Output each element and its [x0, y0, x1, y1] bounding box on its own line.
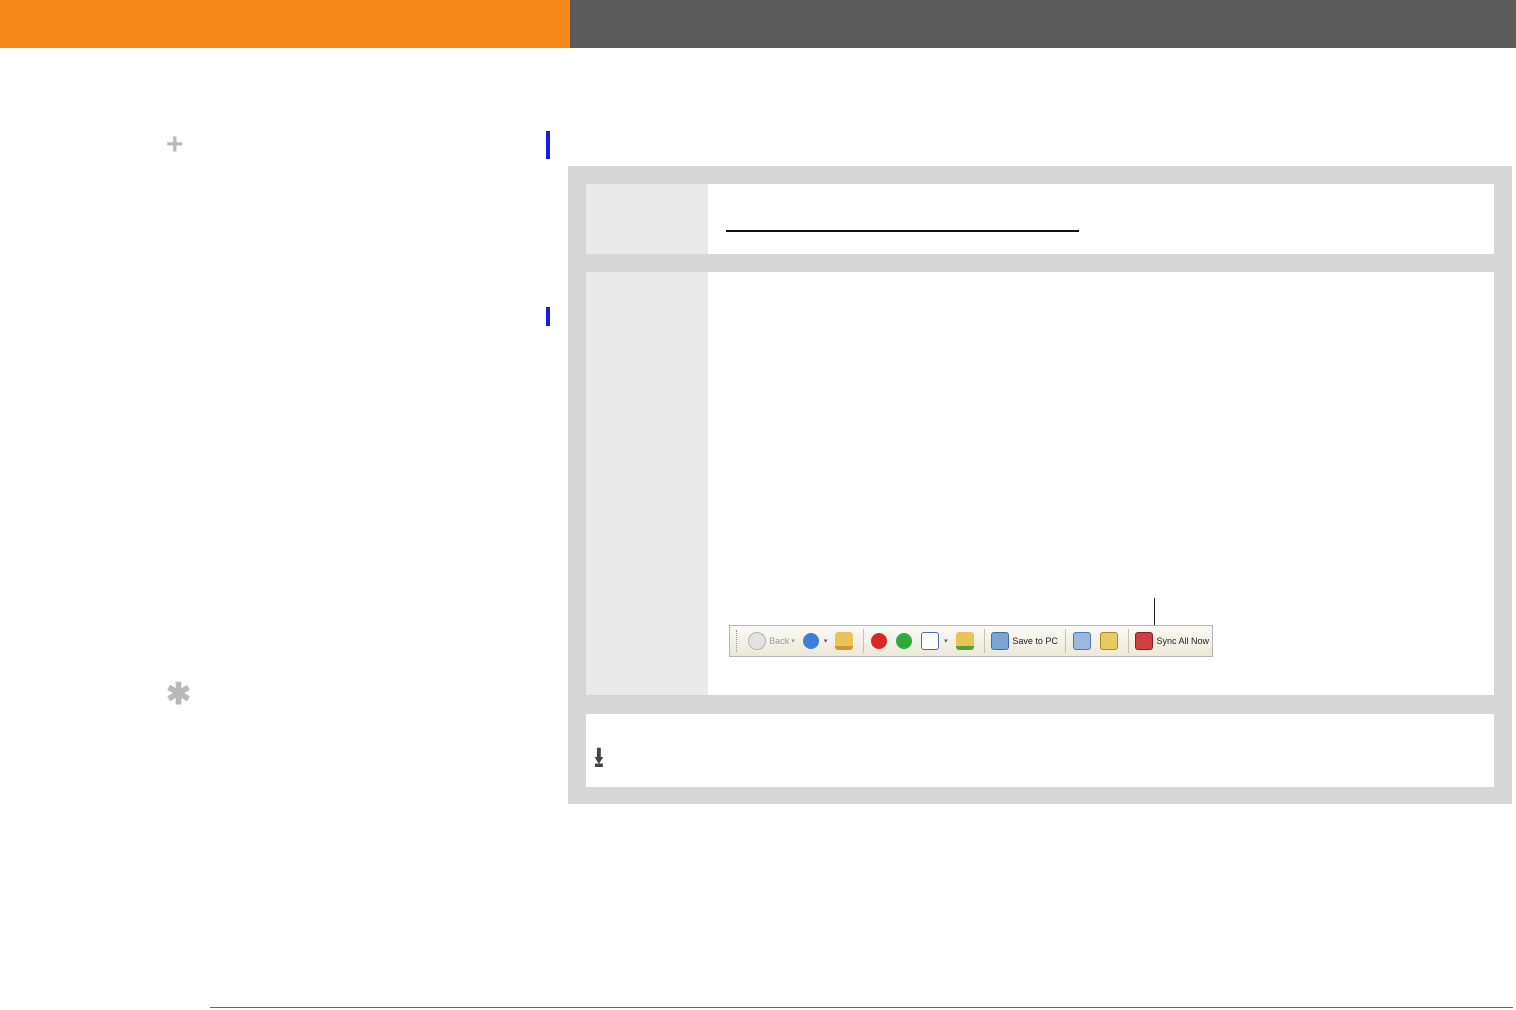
- save-to-pc-button[interactable]: Save to PC: [988, 629, 1061, 653]
- toolbar-grip[interactable]: [736, 630, 739, 652]
- sync-all-now-button[interactable]: Sync All Now: [1132, 629, 1212, 653]
- folder-up-button[interactable]: [832, 629, 859, 653]
- header-bar-orange: [0, 0, 570, 48]
- stop-button[interactable]: [868, 629, 893, 653]
- chevron-down-icon[interactable]: ▾: [791, 637, 795, 645]
- done-row: ⭳: [586, 714, 1494, 787]
- new-folder-button[interactable]: [953, 629, 980, 653]
- stop-icon: [871, 633, 888, 649]
- sync-icon: [1135, 632, 1154, 650]
- sync-all-now-label: Sync All Now: [1156, 636, 1209, 646]
- header-bar-gray: [570, 0, 1516, 48]
- copy-button[interactable]: [1070, 629, 1097, 653]
- step-row-1: [586, 184, 1494, 254]
- steps-panel: Back ▾ ▾ ▾ Save to PC Sync All Now ⭳: [568, 166, 1512, 804]
- toolbar-separator: [983, 629, 985, 653]
- forward-button[interactable]: ▾: [800, 629, 833, 653]
- back-label: Back: [769, 636, 790, 646]
- toolbar-separator: [863, 629, 865, 653]
- folder-up-icon: [835, 632, 854, 650]
- footer-rule: [210, 1007, 1513, 1008]
- step-row-2: Back ▾ ▾ ▾ Save to PC Sync All Now: [586, 272, 1494, 695]
- step-number-cell-1: [586, 184, 708, 254]
- toolbar-separator: [1127, 629, 1129, 653]
- back-arrow-icon: [748, 632, 767, 650]
- link-underline[interactable]: [726, 230, 1079, 232]
- views-grid-icon: [921, 632, 940, 650]
- change-bar-1: [546, 131, 550, 159]
- plus-icon: +: [166, 128, 184, 161]
- explorer-toolbar: Back ▾ ▾ ▾ Save to PC Sync All Now: [729, 625, 1213, 657]
- download-arrow-icon: ⭳: [594, 742, 604, 773]
- step-number-cell-2: [586, 272, 708, 695]
- move-button[interactable]: [1097, 629, 1124, 653]
- change-bar-2: [546, 307, 550, 326]
- move-to-icon: [1099, 632, 1118, 650]
- save-to-pc-icon: [991, 632, 1010, 650]
- views-button[interactable]: ▾: [918, 629, 953, 653]
- refresh-icon: [896, 633, 913, 649]
- asterisk-icon: ✱: [166, 678, 192, 711]
- new-folder-icon: [955, 632, 974, 650]
- toolbar-separator: [1064, 629, 1066, 653]
- back-button[interactable]: Back ▾: [745, 629, 800, 653]
- chevron-down-icon[interactable]: ▾: [944, 637, 948, 645]
- forward-arrow-icon: [802, 633, 819, 649]
- refresh-button[interactable]: [893, 629, 918, 653]
- save-to-pc-label: Save to PC: [1012, 636, 1058, 646]
- copy-to-icon: [1072, 632, 1091, 650]
- chevron-down-icon[interactable]: ▾: [824, 637, 828, 645]
